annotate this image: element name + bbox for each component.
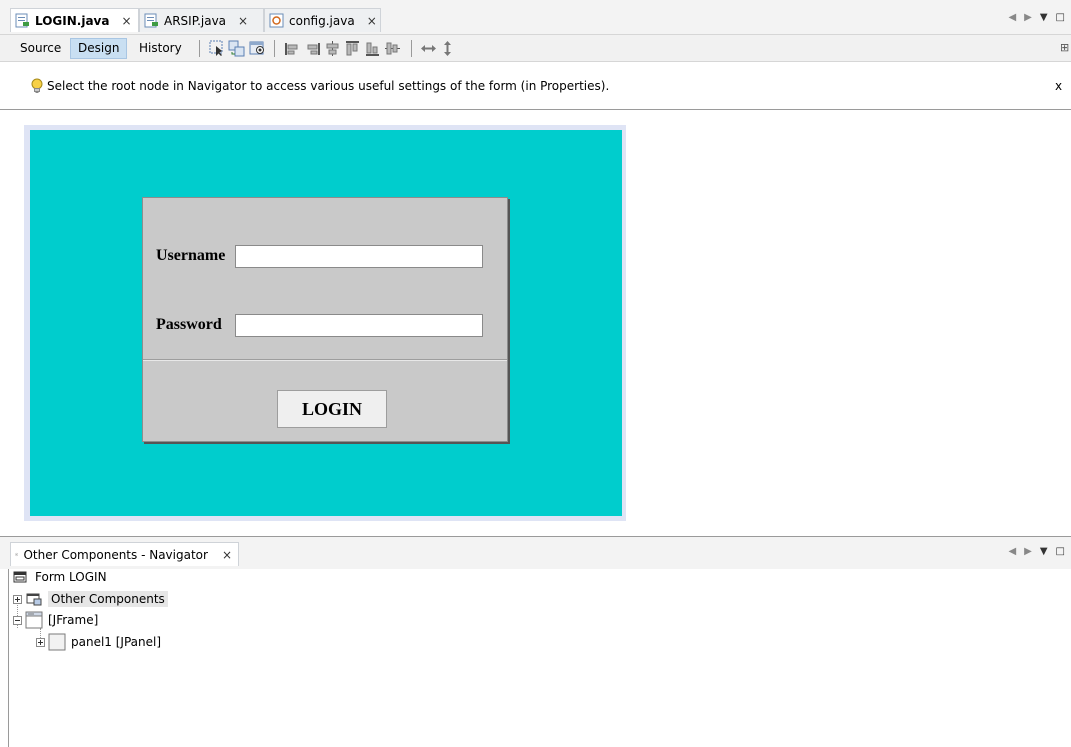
toolbar-overflow-icon[interactable]: ⊞ (1060, 41, 1069, 54)
maximize-icon[interactable]: □ (1056, 12, 1065, 23)
tab-login-java[interactable]: LOGIN.java × (10, 8, 139, 32)
tree-item-label: panel1 [JPanel] (71, 635, 162, 649)
hint-close-button[interactable]: x (1055, 79, 1062, 93)
jframe-icon (25, 611, 43, 629)
window-controls: ◀ ▶ ▼ □ (1008, 546, 1065, 557)
login-panel[interactable]: Username Password LOGIN (142, 197, 508, 442)
panel-divider (143, 359, 507, 360)
lightbulb-icon (31, 78, 43, 93)
toolbar-separator (199, 40, 200, 57)
java-form-file-icon (15, 13, 30, 28)
center-vertically-icon[interactable] (384, 40, 401, 57)
tab-label: Other Components - Navigator (23, 547, 208, 562)
tree-item-label: [JFrame] (48, 613, 99, 627)
preview-design-icon[interactable] (249, 40, 266, 57)
close-icon[interactable]: × (222, 548, 232, 562)
close-icon[interactable]: × (238, 14, 248, 28)
connection-mode-icon[interactable] (228, 40, 245, 57)
hint-message: Select the root node in Navigator to acc… (47, 79, 610, 93)
change-horizontal-resizability-icon[interactable] (420, 40, 437, 57)
compass-icon (15, 553, 19, 556)
form-icon (13, 571, 27, 583)
scroll-left-icon[interactable]: ◀ (1008, 12, 1016, 23)
username-field[interactable] (235, 245, 483, 268)
expand-icon[interactable] (36, 637, 45, 647)
tab-label: ARSIP.java (164, 13, 227, 28)
password-field[interactable] (235, 314, 483, 337)
tree-item-form-login[interactable]: Form LOGIN (13, 567, 107, 587)
username-label: Username (156, 247, 226, 264)
change-vertical-resizability-icon[interactable] (439, 40, 456, 57)
tab-label: LOGIN.java (35, 13, 110, 28)
other-components-icon (26, 593, 42, 606)
editor-tab-strip: LOGIN.java × ARSIP.java × config.java × … (0, 0, 1071, 34)
designer-toolbar: Source Design History ⊞ (0, 34, 1071, 62)
dropdown-icon[interactable]: ▼ (1040, 12, 1048, 23)
selection-mode-icon[interactable] (209, 40, 226, 57)
collapse-icon[interactable] (13, 615, 22, 625)
source-button[interactable]: Source (13, 38, 68, 59)
center-horizontally-icon[interactable] (324, 40, 341, 57)
navigator-left-border (8, 569, 9, 747)
close-icon[interactable]: × (367, 14, 377, 28)
login-button[interactable]: LOGIN (277, 390, 387, 428)
tree-item-label: Other Components (48, 591, 168, 607)
maximize-icon[interactable]: □ (1056, 546, 1065, 557)
password-label: Password (156, 316, 222, 333)
tab-label: config.java (289, 13, 355, 28)
toolbar-separator (411, 40, 412, 57)
tab-navigator[interactable]: Other Components - Navigator × (10, 542, 239, 566)
scroll-right-icon[interactable]: ▶ (1024, 546, 1032, 557)
toolbar-separator (274, 40, 275, 57)
window-controls: ◀ ▶ ▼ □ (1008, 12, 1065, 23)
tree-item-label: Form LOGIN (35, 570, 107, 584)
align-bottom-icon[interactable] (364, 40, 381, 57)
scroll-left-icon[interactable]: ◀ (1008, 546, 1016, 557)
hint-bar: Select the root node in Navigator to acc… (0, 62, 1071, 110)
java-form-file-icon (144, 13, 159, 28)
navigator-tab-strip: Other Components - Navigator × ◀ ▶ ▼ □ (0, 537, 1071, 569)
tree-item-panel1[interactable]: panel1 [JPanel] (36, 632, 161, 652)
tree-item-other-components[interactable]: Other Components (13, 589, 168, 609)
expand-icon[interactable] (13, 594, 22, 604)
tree-item-jframe[interactable]: [JFrame] (13, 610, 98, 630)
jpanel-icon (48, 633, 66, 651)
align-right-icon[interactable] (304, 40, 321, 57)
java-class-file-icon (269, 13, 284, 28)
design-button[interactable]: Design (70, 38, 128, 59)
tab-arsip-java[interactable]: ARSIP.java × (139, 8, 264, 32)
history-button[interactable]: History (132, 38, 189, 59)
align-left-icon[interactable] (284, 40, 301, 57)
tab-config-java[interactable]: config.java × (264, 8, 381, 32)
scroll-right-icon[interactable]: ▶ (1024, 12, 1032, 23)
align-top-icon[interactable] (344, 40, 361, 57)
close-icon[interactable]: × (121, 14, 131, 28)
dropdown-icon[interactable]: ▼ (1040, 546, 1048, 557)
